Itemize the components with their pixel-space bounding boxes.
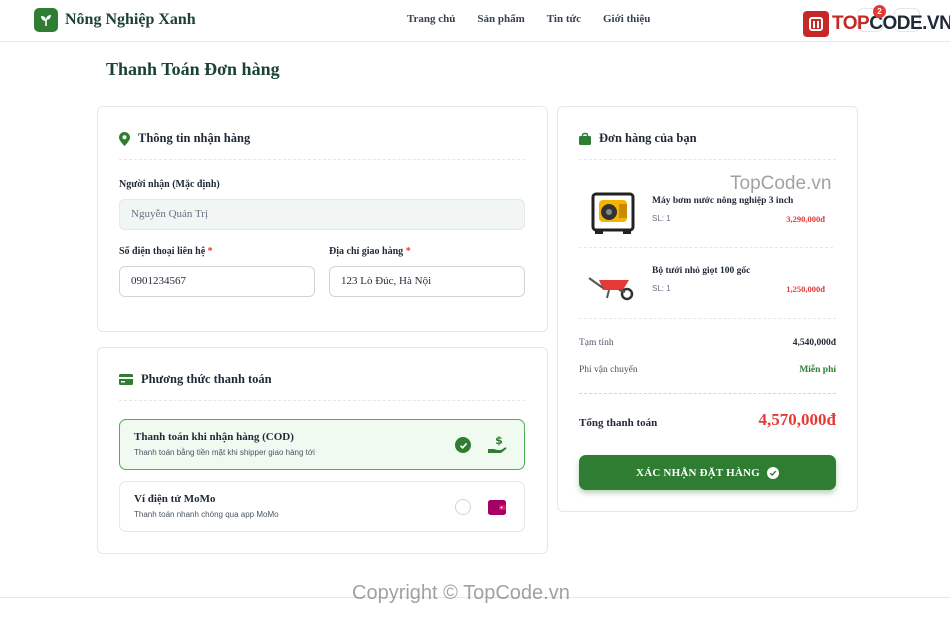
shipping-card-header: Thông tin nhận hàng [119, 131, 250, 146]
subtotal-label: Tạm tính [579, 338, 614, 348]
order-item-name: Máy bơm nước nông nghiệp 3 inch [652, 196, 794, 206]
divider [579, 393, 836, 394]
payment-option-momo[interactable]: Ví điện tử MoMo Thanh toán nhanh chóng q… [119, 481, 525, 532]
leaf-icon [34, 8, 58, 32]
order-card-header: Đơn hàng của bạn [579, 131, 697, 146]
payment-card-title: Phương thức thanh toán [141, 372, 272, 386]
required-mark: * [405, 246, 411, 257]
order-item: Bộ tưới nhỏ giọt 100 gốc SL: 1 1,250,000… [579, 248, 833, 318]
cart-count-badge: 2 [873, 5, 886, 18]
address-label-text: Địa chỉ giao hàng [329, 246, 404, 257]
cash-hand-icon: $ [486, 434, 508, 456]
radio-unchecked-icon[interactable] [455, 499, 471, 515]
receiver-field: Nguyễn Quản Trị [119, 199, 525, 230]
radio-checked-icon[interactable] [455, 437, 471, 453]
address-label: Địa chỉ giao hàng * [329, 246, 411, 257]
total-value: 4,570,000đ [758, 410, 836, 429]
water-pump-icon [585, 184, 641, 240]
confirm-order-label: XÁC NHẬN ĐẶT HÀNG [636, 466, 760, 479]
confirm-order-button[interactable]: XÁC NHẬN ĐẶT HÀNG [579, 455, 836, 490]
watermark-text: TopCode.vn [730, 173, 832, 194]
divider [119, 400, 525, 401]
payment-option-cod[interactable]: Thanh toán khi nhận hàng (COD) Thanh toá… [119, 419, 525, 470]
address-field[interactable]: 123 Lò Đúc, Hà Nội [329, 266, 525, 297]
phone-label: Số điện thoại liên hệ * [119, 246, 213, 257]
order-card-title: Đơn hàng của bạn [599, 131, 697, 145]
nav-item-news[interactable]: Tin tức [547, 13, 581, 25]
page-title: Thanh Toán Đơn hàng [106, 59, 280, 79]
divider [579, 159, 836, 160]
order-item-qty: SL: 1 [652, 214, 671, 223]
divider [579, 318, 836, 319]
payment-option-title: Thanh toán khi nhận hàng (COD) [134, 431, 294, 443]
phone-field[interactable]: 0901234567 [119, 266, 315, 297]
divider [119, 159, 525, 160]
site-header: Nông Nghiệp Xanh Trang chủ Sản phẩm Tin … [0, 0, 950, 42]
main-nav: Trang chủ Sản phẩm Tin tức Giới thiệu [407, 13, 650, 25]
payment-option-desc: Thanh toán nhanh chóng qua app MoMo [134, 510, 279, 519]
order-item-qty: SL: 1 [652, 284, 671, 293]
credit-card-icon [119, 374, 133, 385]
payment-option-desc: Thanh toán bằng tiền mặt khi shipper gia… [134, 448, 315, 457]
order-item-name: Bộ tưới nhỏ giọt 100 gốc [652, 266, 751, 276]
payment-card-header: Phương thức thanh toán [119, 372, 272, 387]
payment-option-title: Ví điện tử MoMo [134, 493, 216, 505]
watermark-copyright: Copyright © TopCode.vn [352, 582, 570, 604]
order-item-price: 3,290,000đ [786, 214, 825, 224]
watermark-logo-icon [803, 11, 829, 37]
required-mark: * [207, 246, 213, 257]
brand-logo[interactable]: Nông Nghiệp Xanh [34, 8, 196, 32]
nav-item-about[interactable]: Giới thiệu [603, 13, 650, 25]
phone-label-text: Số điện thoại liên hệ [119, 246, 206, 257]
shipping-card-title: Thông tin nhận hàng [138, 131, 251, 145]
wheelbarrow-icon [585, 254, 641, 310]
total-label: Tổng thanh toán [579, 417, 658, 429]
order-item-price: 1,250,000đ [786, 284, 825, 294]
shipping-fee-value: Miễn phí [799, 365, 836, 375]
shopping-bag-icon [579, 132, 591, 145]
nav-item-products[interactable]: Sản phẩm [477, 13, 524, 25]
check-circle-icon [766, 466, 779, 479]
receiver-label: Người nhận (Mặc định) [119, 179, 220, 190]
subtotal-value: 4,540,000đ [792, 338, 836, 348]
wallet-icon [486, 496, 508, 518]
svg-text:$: $ [495, 434, 503, 447]
nav-item-home[interactable]: Trang chủ [407, 13, 455, 25]
map-pin-icon [119, 131, 130, 146]
watermark-logo-prefix: TOP [832, 13, 870, 34]
shipping-fee-label: Phí vận chuyển [579, 365, 638, 375]
brand-name: Nông Nghiệp Xanh [65, 11, 196, 28]
